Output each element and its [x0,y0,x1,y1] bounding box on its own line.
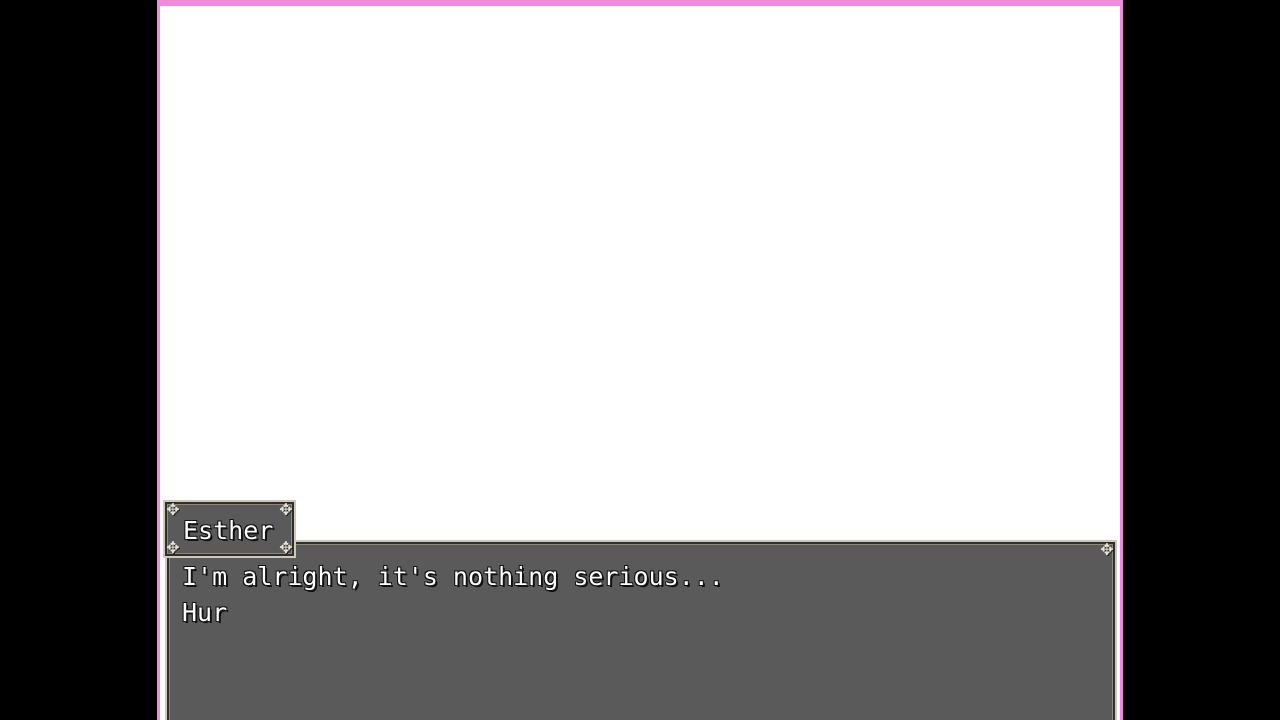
corner-ornament-icon: ✥ [279,538,293,557]
corner-ornament-icon: ✥ [166,538,180,557]
game-screen[interactable]: ✥ ✥ ✥ ✥ Esther ✥ ✥ ✥ ✥ I'm alright, it's… [157,0,1123,720]
message-window[interactable]: ✥ ✥ ✥ ✥ I'm alright, it's nothing seriou… [165,540,1117,720]
corner-ornament-icon: ✥ [279,500,293,519]
speaker-name: Esther [183,516,274,545]
corner-ornament-icon: ✥ [166,500,180,519]
dialogue-line: I'm alright, it's nothing serious... [182,562,724,591]
corner-ornament-icon: ✥ [1100,540,1114,559]
letterbox-background: ✥ ✥ ✥ ✥ Esther ✥ ✥ ✥ ✥ I'm alright, it's… [0,0,1280,720]
speaker-name-box: ✥ ✥ ✥ ✥ Esther [163,500,296,558]
dialogue-line: Hur [182,598,228,627]
